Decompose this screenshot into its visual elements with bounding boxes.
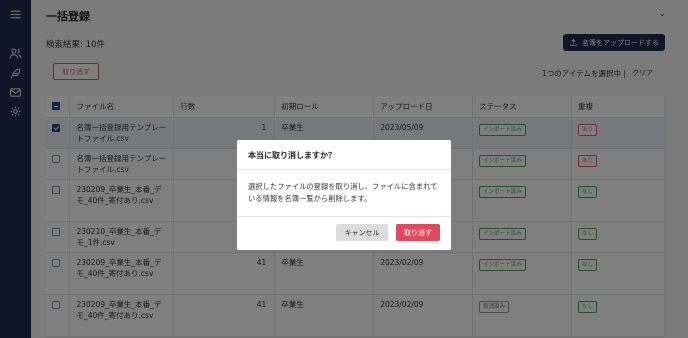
confirm-dialog: 本当に取り消しますか？ 選択したファイルの登録を取り消し、ファイルに含まれている… bbox=[237, 140, 451, 250]
dialog-title: 本当に取り消しますか？ bbox=[248, 151, 336, 160]
dialog-message: 選択したファイルの登録を取り消し、ファイルに含まれている情報を名簿一覧から削除し… bbox=[248, 182, 438, 203]
dialog-confirm-button[interactable]: 取り消す bbox=[396, 224, 440, 241]
dialog-divider bbox=[237, 216, 451, 217]
dialog-divider bbox=[237, 169, 451, 170]
dialog-cancel-button[interactable]: キャンセル bbox=[336, 224, 388, 241]
